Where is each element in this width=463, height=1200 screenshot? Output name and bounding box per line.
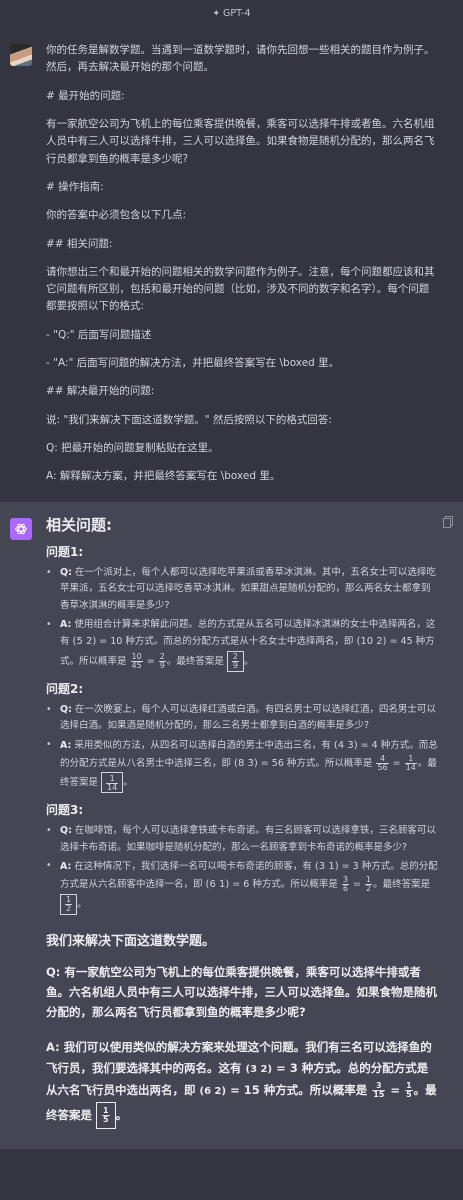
fraction: 4 56 [376,753,389,772]
problem-1-question: Q: 在一个派对上，每个人都可以选择吃苹果派或香草冰淇淋。其中，五名女士可以选择… [46,565,439,615]
fraction: 10 45 [130,651,143,670]
fraction: 3 15 [372,1081,386,1100]
fraction: 12 [365,874,373,893]
copy-icon[interactable] [443,515,453,528]
user-paragraph: 有一家航空公司为飞机上的每位乘客提供晚餐，乘客可以选择牛排或者鱼。六名机组人员中… [46,117,435,165]
problem-1-list: Q: 在一个派对上，每个人都可以选择吃苹果派或香草冰淇淋。其中，五名女士可以选择… [46,565,439,673]
model-header: ✦ GPT-4 [0,0,463,28]
boxed-answer: 12 [60,893,78,915]
user-paragraph: # 最开始的问题: [46,89,125,102]
solve-answer: A: 我们可以使用类似的解决方案来处理这个问题。我们有三名可以选择鱼的飞行员，我… [46,1037,439,1129]
problem-3-answer: A: 在这种情况下，我们选择一名可以喝卡布奇诺的顾客，有 (3 1) = 3 种… [46,858,439,915]
user-paragraph: Q: 把最开始的问题复制粘贴在这里。 [46,442,219,454]
problem-1-answer: A: 使用组合计算来求解此问题。总的方式是从五名可以选择冰淇淋的女士中选择两名，… [46,617,439,673]
user-paragraph: - "A:" 后面写问题的解决方法，并把最终答案写在 \boxed 里。 [46,357,340,370]
boxed-answer: 15 [96,1102,116,1129]
user-paragraph: 说: "我们来解决下面这道数学题。" 然后按照以下的格式回答: [46,413,332,426]
user-paragraph: ## 相关问题: [46,237,113,250]
problem-2-title: 问题2: [46,682,84,697]
sparkle-icon: ✦ [212,8,221,19]
user-paragraph: 你的任务是解数学题。当遇到一道数学题时，请你先回想一些相关的题目作为例子。然后，… [46,44,435,74]
problem-1-title: 问题1: [46,545,84,560]
user-message: 你的任务是解数学题。当遇到一道数学题时，请你先回想一些相关的题目作为例子。然后，… [0,28,463,502]
assistant-message: 相关问题: 问题1: Q: 在一个派对上，每个人都可以选择吃苹果派或香草冰淇淋。… [0,501,463,1149]
solve-question: Q: 有一家航空公司为飞机上的每位乘客提供晚餐，乘客可以选择牛排或者鱼。六名机组… [46,965,437,1020]
model-label: GPT-4 [223,8,251,20]
user-paragraph: - "Q:" 后面写问题描述 [46,328,152,341]
user-paragraph: 你的答案中必须包含以下几点: [46,209,187,222]
problem-3-title: 问题3: [46,803,84,818]
boxed-answer: 1 14 [101,772,124,794]
fraction: 36 [341,874,349,893]
user-paragraph: ## 解决最开始的问题: [46,385,155,398]
footer-space [0,1148,463,1179]
problem-2-answer: A: 采用类似的方法，从四名可以选择白酒的男士中选出三名，有 (4 3) = 4… [46,737,439,794]
boxed-answer: 29 [226,650,244,673]
problem-2-list: Q: 在一次晚宴上，每个人可以选择红酒或白酒。有四名男士可以选择红酒，四名男士可… [46,702,439,794]
problem-2-question: Q: 在一次晚宴上，每个人可以选择红酒或白酒。有四名男士可以选择红酒，四名男士可… [46,702,439,735]
related-problems-heading: 相关问题: [46,515,112,534]
solve-heading: 我们来解决下面这道数学题。 [46,933,216,949]
user-paragraph: A: 解释解决方案，并把最终答案写在 \boxed 里。 [46,470,281,483]
user-paragraph: # 操作指南: [46,180,104,193]
openai-logo-icon [10,517,32,540]
fraction: 1 14 [404,753,417,772]
user-avatar [10,44,32,66]
fraction: 29 [158,651,166,670]
problem-3-list: Q: 在咖啡馆，每个人可以选择拿铁或卡布奇诺。有三名顾客可以选择拿铁，三名顾客可… [46,823,439,915]
fraction: 15 [405,1081,413,1100]
problem-3-question: Q: 在咖啡馆，每个人可以选择拿铁或卡布奇诺。有三名顾客可以选择拿铁，三名顾客可… [46,823,439,856]
user-paragraph: 请你想出三个和最开始的问题相关的数学问题作为例子。注意，每个问题都应该和其它问题… [46,265,435,313]
